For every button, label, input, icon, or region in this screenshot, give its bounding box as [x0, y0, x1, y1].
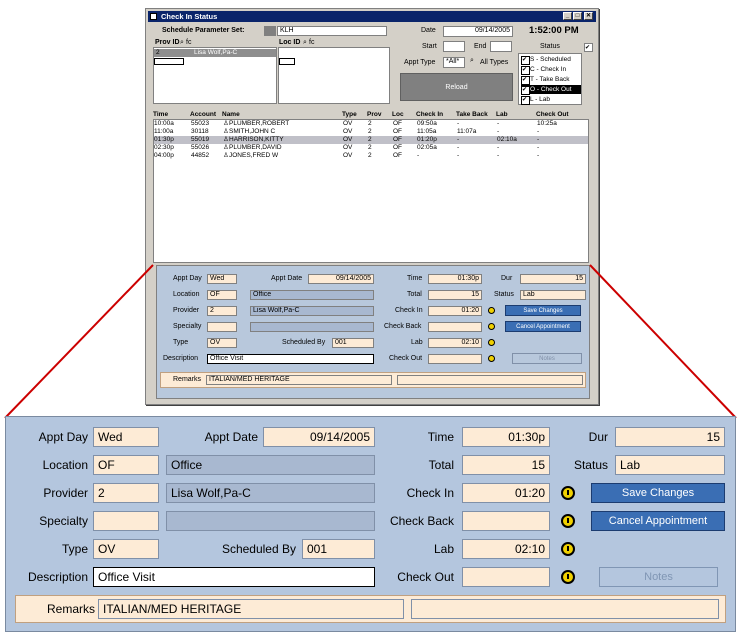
total-label: Total — [428, 458, 454, 472]
specialty-code-field[interactable] — [93, 511, 159, 531]
lab-field[interactable]: 02:10 — [462, 539, 550, 559]
remarks-label: Remarks — [46, 602, 95, 616]
save-changes-button[interactable]: Save Changes — [591, 483, 725, 503]
type-label: Type — [61, 542, 88, 556]
check-back-field[interactable] — [462, 511, 550, 531]
specialty-label: Specialty — [39, 514, 88, 528]
appt-day-label: Appt Day — [38, 430, 88, 444]
check-out-clock-icon[interactable] — [561, 570, 575, 584]
appt-date-label: Appt Date — [204, 430, 258, 444]
type-field[interactable]: OV — [93, 539, 159, 559]
check-out-label: Check Out — [397, 570, 454, 584]
location-name-field: Office — [166, 455, 375, 475]
check-back-clock-icon[interactable] — [561, 514, 575, 528]
provider-label: Provider — [43, 486, 88, 500]
check-in-clock-icon[interactable] — [561, 486, 575, 500]
status-label: Status — [573, 458, 608, 472]
check-back-label: Check Back — [389, 514, 454, 528]
cancel-appointment-button[interactable]: Cancel Appointment — [591, 511, 725, 531]
location-label: Location — [42, 458, 88, 472]
dur-field[interactable]: 15 — [615, 427, 725, 447]
specialty-name-field — [166, 511, 375, 531]
description-field[interactable]: Office Visit — [93, 567, 375, 587]
check-in-label: Check In — [406, 486, 454, 500]
remarks2-field[interactable] — [411, 599, 719, 619]
lab-label: Lab — [433, 542, 454, 556]
scheduled-by-label: Scheduled By — [221, 542, 296, 556]
dur-label: Dur — [588, 430, 608, 444]
status-field[interactable]: Lab — [615, 455, 725, 475]
remarks-strip: Remarks ITALIAN/MED HERITAGE — [15, 595, 726, 623]
check-out-field[interactable] — [462, 567, 550, 587]
time-label: Time — [427, 430, 454, 444]
time-field[interactable]: 01:30p — [462, 427, 550, 447]
total-field[interactable]: 15 — [462, 455, 550, 475]
appt-day-field[interactable]: Wed — [93, 427, 159, 447]
lab-clock-icon[interactable] — [561, 542, 575, 556]
check-in-field[interactable]: 01:20 — [462, 483, 550, 503]
provider-name-field: Lisa Wolf,Pa-C — [166, 483, 375, 503]
appt-date-field[interactable]: 09/14/2005 — [263, 427, 375, 447]
notes-button[interactable]: Notes — [599, 567, 718, 587]
appointment-detail-zoomed: Appt Day Wed Appt Date 09/14/2005 Time 0… — [5, 416, 736, 632]
remarks-field[interactable]: ITALIAN/MED HERITAGE — [98, 599, 404, 619]
scheduled-by-field[interactable]: 001 — [302, 539, 375, 559]
provider-code-field[interactable]: 2 — [93, 483, 159, 503]
location-code-field[interactable]: OF — [93, 455, 159, 475]
description-label: Description — [27, 570, 88, 584]
